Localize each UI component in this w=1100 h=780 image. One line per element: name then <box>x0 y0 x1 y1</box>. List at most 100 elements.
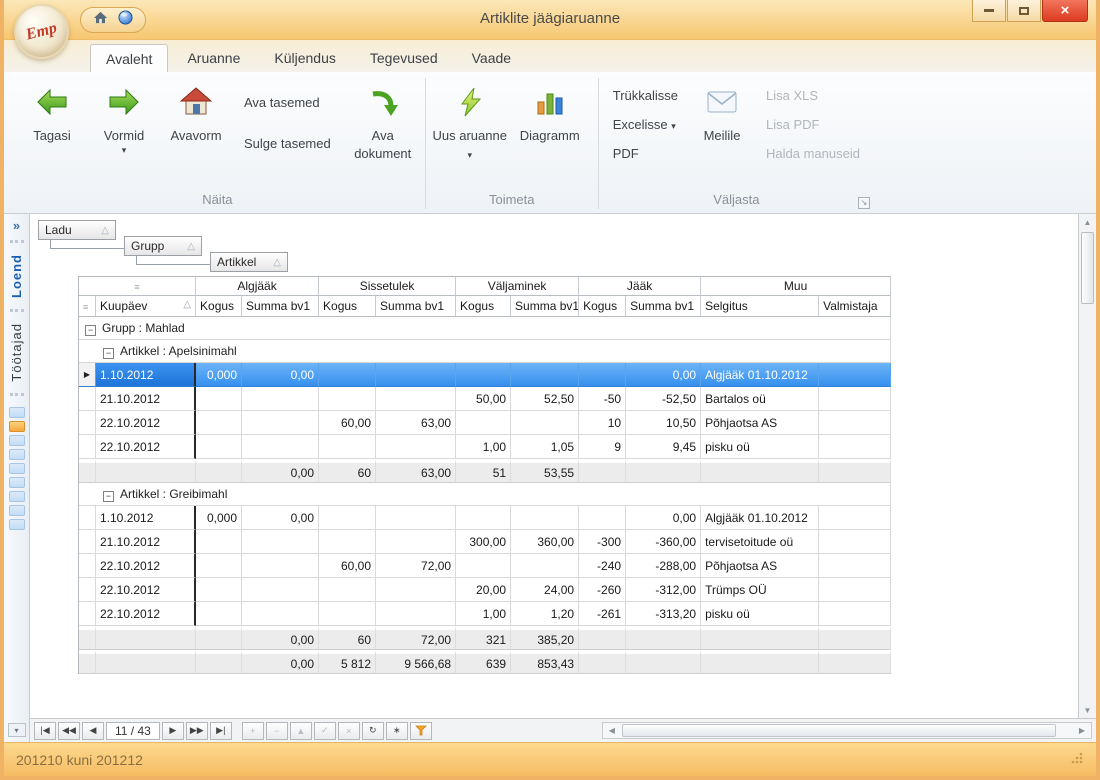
grid-cell[interactable] <box>819 554 891 578</box>
grid-cell[interactable]: 1,00 <box>456 435 511 459</box>
grid-cell[interactable] <box>819 363 891 387</box>
excel-button[interactable]: Excelisse ▾ <box>613 117 678 132</box>
grid-cell[interactable]: 1,20 <box>511 602 579 626</box>
grid-cell[interactable]: Põhjaotsa AS <box>701 554 819 578</box>
grid-cell[interactable] <box>242 602 319 626</box>
collapse-icon[interactable]: − <box>103 348 114 359</box>
nav-last-button[interactable]: ▶| <box>210 722 232 740</box>
grid-cell[interactable] <box>319 387 376 411</box>
column-header-4[interactable]: Kogus <box>319 296 376 317</box>
group-row[interactable]: −Grupp : Mahlad <box>79 317 891 340</box>
grid-cell[interactable]: -313,20 <box>626 602 701 626</box>
grid-cell[interactable]: tervisetoitude oü <box>701 530 819 554</box>
group-field-grupp[interactable]: Grupp △ <box>124 236 202 256</box>
grid-cell[interactable] <box>196 435 242 459</box>
grid-cell[interactable] <box>242 387 319 411</box>
expand-strip-button[interactable]: » <box>13 214 20 235</box>
grid-cell[interactable]: 22.10.2012 <box>96 411 196 435</box>
grid-cell[interactable]: 0,00 <box>626 363 701 387</box>
record-position[interactable]: 11 / 43 <box>106 722 160 740</box>
resize-grip[interactable] <box>1070 751 1084 768</box>
grid-cell[interactable]: 60,00 <box>319 554 376 578</box>
column-header-11[interactable]: Valmistaja <box>819 296 891 317</box>
grid-cell[interactable]: 24,00 <box>511 578 579 602</box>
grid-cell[interactable]: 1,05 <box>511 435 579 459</box>
data-row[interactable]: 21.10.201250,0052,50-50-52,50Bartalos oü <box>79 387 891 411</box>
grid-cell[interactable]: -360,00 <box>626 530 701 554</box>
grid-cell[interactable]: 52,50 <box>511 387 579 411</box>
grid-cell[interactable] <box>319 530 376 554</box>
nav-refresh-button[interactable]: ↻ <box>362 722 384 740</box>
grid-cell[interactable]: 20,00 <box>456 578 511 602</box>
nav-next-page-button[interactable]: ▶▶ <box>186 722 208 740</box>
grid-cell[interactable] <box>819 411 891 435</box>
new-report-button[interactable]: Uus aruanne ▾ <box>432 78 508 162</box>
data-row[interactable]: 22.10.201260,0063,001010,50Põhjaotsa AS <box>79 411 891 435</box>
grid-cell[interactable] <box>819 387 891 411</box>
grid-cell[interactable]: -261 <box>579 602 626 626</box>
group-field-artikkel[interactable]: Artikkel △ <box>210 252 288 272</box>
grid-cell[interactable] <box>456 363 511 387</box>
grid-cell[interactable] <box>319 506 376 530</box>
grid-cell[interactable] <box>242 530 319 554</box>
grid-cell[interactable] <box>319 363 376 387</box>
grid-cell[interactable] <box>242 435 319 459</box>
data-row[interactable]: 21.10.2012300,00360,00-300-360,00tervise… <box>79 530 891 554</box>
grid-cell[interactable]: 22.10.2012 <box>96 578 196 602</box>
sidebar-tab-tootajad[interactable]: Töötajad <box>9 323 24 382</box>
grid-cell[interactable] <box>376 387 456 411</box>
grid-cell[interactable]: 0,000 <box>196 363 242 387</box>
grid-cell[interactable]: Algjääk 01.10.2012 <box>701 506 819 530</box>
grid-cell[interactable]: 10,50 <box>626 411 701 435</box>
column-header-3[interactable]: Summa bv1 <box>242 296 319 317</box>
grid-cell[interactable]: -240 <box>579 554 626 578</box>
collapse-icon[interactable]: − <box>85 325 96 336</box>
grid-cell[interactable]: 0,00 <box>242 506 319 530</box>
grid-cell[interactable] <box>319 435 376 459</box>
group-row[interactable]: −Artikkel : Apelsinimahl <box>79 340 891 363</box>
strip-more-button[interactable]: ▾ <box>8 723 26 737</box>
open-form-button[interactable]: Avavorm <box>160 78 232 145</box>
grid-cell[interactable]: -50 <box>579 387 626 411</box>
grid-cell[interactable]: 22.10.2012 <box>96 554 196 578</box>
horizontal-scroll-track[interactable] <box>621 723 1073 738</box>
grid-cell[interactable]: 72,00 <box>376 554 456 578</box>
minimize-button[interactable] <box>972 0 1006 22</box>
vertical-scrollbar[interactable]: ▲ ▼ <box>1078 214 1096 718</box>
grid-cell[interactable] <box>511 554 579 578</box>
band-Algjääk[interactable]: Algjääk <box>196 277 319 296</box>
grid-cell[interactable]: pisku oü <box>701 602 819 626</box>
sidebar-tab-loend[interactable]: Loend <box>9 254 24 298</box>
open-levels-button[interactable]: Ava tasemed <box>238 92 337 113</box>
data-row[interactable]: ▶1.10.20120,0000,000,00Algjääk 01.10.201… <box>79 363 891 387</box>
data-row[interactable]: 1.10.20120,0000,000,00Algjääk 01.10.2012 <box>79 506 891 530</box>
grid-cell[interactable] <box>456 411 511 435</box>
pdf-button[interactable]: PDF <box>613 146 678 161</box>
manage-attachments-button[interactable]: Halda manuseid <box>766 146 860 161</box>
nav-prev-page-button[interactable]: ◀◀ <box>58 722 80 740</box>
grid-cell[interactable]: 60,00 <box>319 411 376 435</box>
grid-cell[interactable]: 22.10.2012 <box>96 602 196 626</box>
grid-cell[interactable] <box>196 387 242 411</box>
add-xls-button[interactable]: Lisa XLS <box>766 88 860 103</box>
grid-cell[interactable] <box>242 411 319 435</box>
grid-cell[interactable] <box>511 363 579 387</box>
grid-cell[interactable]: 63,00 <box>376 411 456 435</box>
column-header-2[interactable]: Kogus <box>196 296 242 317</box>
grid-cell[interactable] <box>819 530 891 554</box>
column-header-6[interactable]: Kogus <box>456 296 511 317</box>
nav-end-edit-button[interactable]: ✓ <box>314 722 336 740</box>
grid-cell[interactable]: 9 <box>579 435 626 459</box>
forms-button[interactable]: Vormid ▾ <box>88 78 160 156</box>
grid-cell[interactable]: -300 <box>579 530 626 554</box>
tab-aruanne[interactable]: Aruanne <box>172 44 255 72</box>
horizontal-scrollbar[interactable]: ◀ ▶ <box>602 722 1092 739</box>
grid-cell[interactable] <box>511 506 579 530</box>
column-header-10[interactable]: Selgitus <box>701 296 819 317</box>
email-button[interactable]: Meilile <box>686 78 758 145</box>
column-header-9[interactable]: Summa bv1 <box>626 296 701 317</box>
tab-tegevused[interactable]: Tegevused <box>355 44 453 72</box>
horizontal-scroll-thumb[interactable] <box>622 724 1056 737</box>
grid-cell[interactable] <box>376 602 456 626</box>
band-Jääk[interactable]: Jääk <box>579 277 701 296</box>
